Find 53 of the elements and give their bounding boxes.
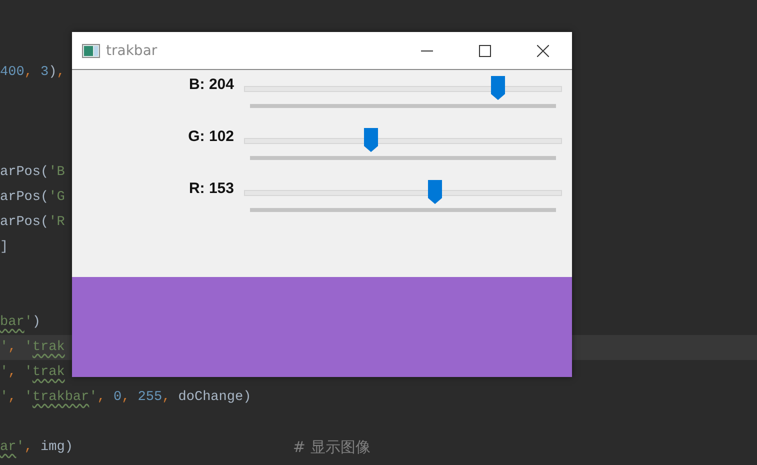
code-punctuation: ,	[8, 389, 18, 407]
code-number: 0	[113, 389, 122, 407]
code-punctuation: ,	[8, 364, 18, 382]
slider[interactable]	[244, 180, 562, 204]
slider[interactable]	[244, 76, 562, 100]
code-string: 'B	[48, 164, 65, 182]
slider-label: R: 153	[188, 179, 234, 199]
code-string: ar	[0, 439, 16, 457]
code-string: 'R	[48, 214, 65, 232]
picture-icon	[82, 44, 100, 58]
code-text: arPos(	[0, 189, 49, 207]
code-string: '	[16, 439, 24, 457]
code-punctuation: ,	[97, 389, 106, 407]
window-title: trakbar	[106, 42, 158, 58]
slider-thumb[interactable]	[428, 180, 442, 204]
close-icon	[537, 44, 549, 56]
slider-label: B: 204	[188, 75, 234, 95]
code-punctuation: ,	[162, 389, 172, 407]
slider-thumb[interactable]	[491, 76, 506, 100]
code-string: '	[0, 389, 8, 407]
code-string: bar	[0, 314, 24, 332]
code-number: 3	[40, 64, 49, 82]
slider[interactable]	[244, 128, 562, 152]
code-punctuation: ,	[24, 439, 34, 457]
code-string: '	[0, 339, 8, 357]
code-string: '	[24, 364, 32, 382]
slider-label: G: 102	[187, 127, 234, 147]
code-string: trakbar	[32, 389, 90, 407]
code-text: arPos(	[0, 164, 49, 182]
code-text: ]	[0, 239, 8, 257]
code-string: '	[24, 339, 32, 357]
code-comment: # 显示图像	[292, 437, 370, 458]
slider-thumb[interactable]	[364, 128, 378, 152]
code-text: arPos(	[0, 214, 49, 232]
code-punctuation: ,	[122, 389, 131, 407]
code-string: '	[24, 314, 32, 332]
code-punctuation: ,	[8, 339, 18, 357]
code-string: '	[89, 389, 98, 407]
code-string: '	[24, 389, 32, 407]
code-text: )	[32, 314, 41, 332]
code-punctuation: ,	[24, 64, 34, 82]
code-text: doChange)	[178, 389, 252, 407]
code-number: 400	[0, 64, 24, 82]
code-string: trak	[32, 364, 65, 382]
code-string: '	[0, 364, 8, 382]
code-text: )	[48, 64, 57, 82]
code-number: 255	[138, 389, 162, 407]
code-string: 'G	[48, 189, 65, 207]
minimize-icon	[421, 50, 433, 52]
code-punctuation: ,	[56, 64, 65, 82]
code-text: img)	[40, 439, 73, 457]
maximize-icon	[479, 44, 491, 56]
code-string: trak	[32, 339, 65, 357]
